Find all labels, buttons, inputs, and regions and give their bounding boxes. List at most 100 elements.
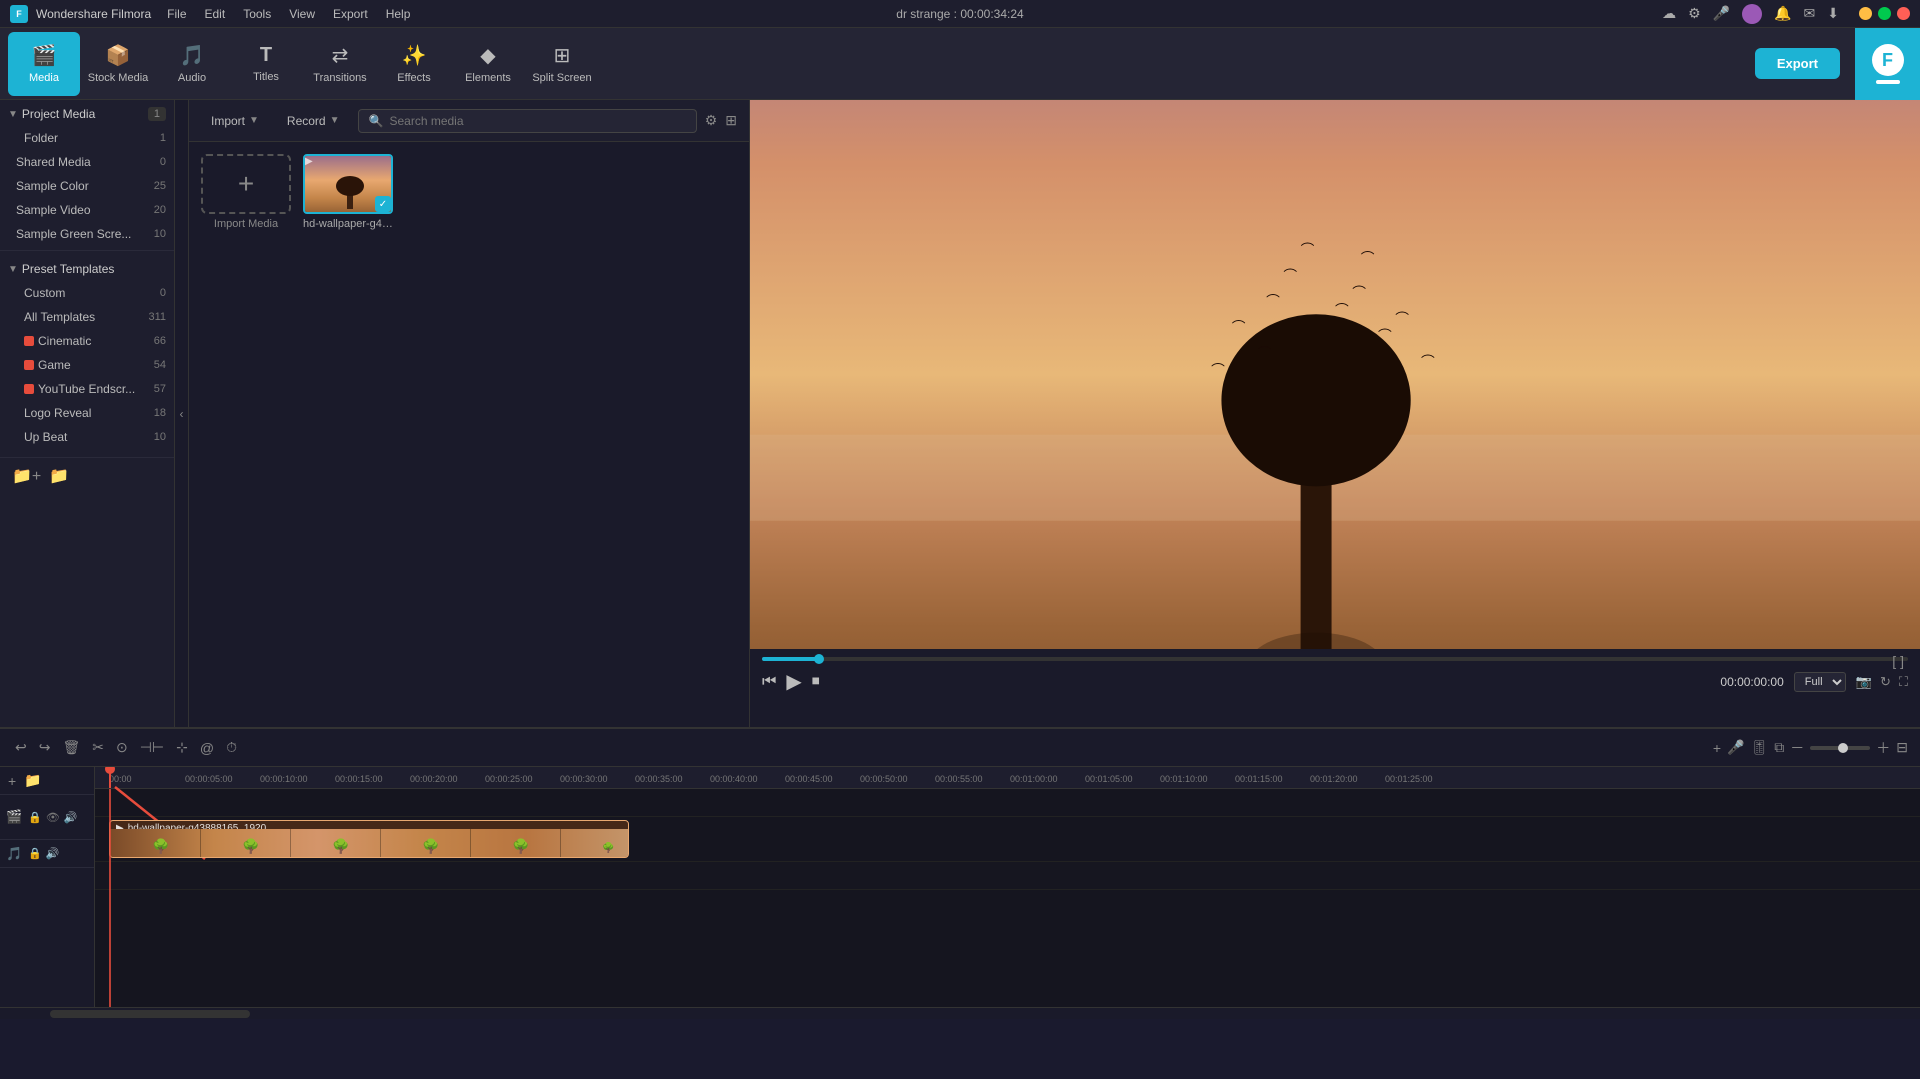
zoom-in-icon[interactable]: ＋ bbox=[1876, 738, 1890, 758]
cloud-icon[interactable]: ☁ bbox=[1662, 5, 1676, 22]
stop-button[interactable]: ⏹ bbox=[812, 673, 820, 691]
speed-button[interactable]: ⏱ bbox=[223, 736, 240, 759]
close-button[interactable] bbox=[1897, 7, 1910, 20]
audio-lock-icon[interactable]: 🔒 bbox=[28, 847, 42, 860]
svg-text:⌒: ⌒ bbox=[1211, 363, 1225, 378]
toolbar-titles[interactable]: T Titles bbox=[230, 32, 302, 96]
delete-button[interactable]: 🗑 bbox=[59, 736, 83, 759]
video-lock-icon[interactable]: 🔒 bbox=[28, 811, 42, 824]
cinematic-item[interactable]: Cinematic 66 bbox=[0, 329, 174, 353]
voiceover-icon[interactable]: 🎤 bbox=[1727, 739, 1744, 756]
export-button[interactable]: Export bbox=[1755, 48, 1840, 79]
stock-media-icon: 📦 bbox=[106, 43, 131, 68]
fit-timeline-icon[interactable]: ⊟ bbox=[1896, 739, 1908, 756]
toolbar-stock-media[interactable]: 📦 Stock Media bbox=[82, 32, 154, 96]
settings-icon[interactable]: ⚙ bbox=[1688, 5, 1701, 22]
menu-tools[interactable]: Tools bbox=[243, 7, 271, 21]
undo-button[interactable]: ↩ bbox=[12, 736, 30, 759]
timeline-scrollbar[interactable] bbox=[0, 1007, 1920, 1019]
bell-icon[interactable]: 🔔 bbox=[1774, 5, 1791, 22]
panel-collapse-button[interactable]: ‹ bbox=[175, 100, 189, 727]
play-pause-button[interactable]: ▶ bbox=[786, 669, 801, 694]
search-box[interactable]: 🔍 bbox=[358, 109, 697, 133]
thumbnail-label: hd-wallpaper-g4388164... bbox=[303, 218, 393, 230]
video-eye-icon[interactable]: 👁 bbox=[46, 811, 60, 824]
zoom-slider[interactable] bbox=[1810, 746, 1870, 750]
sample-video-label: Sample Video bbox=[16, 203, 91, 217]
all-templates-item[interactable]: All Templates 311 bbox=[0, 305, 174, 329]
video-audio-icon[interactable]: 🔊 bbox=[64, 811, 78, 824]
progress-bar[interactable] bbox=[762, 657, 1908, 661]
youtube-endscreen-item[interactable]: YouTube Endscr... 57 bbox=[0, 377, 174, 401]
split-button[interactable]: ⊣⊢ bbox=[137, 736, 167, 759]
cut-button[interactable]: ✂ bbox=[89, 736, 107, 759]
mix-icon[interactable]: 🎚 bbox=[1750, 739, 1768, 756]
minimize-button[interactable] bbox=[1859, 7, 1872, 20]
menu-view[interactable]: View bbox=[289, 7, 315, 21]
mic-icon[interactable]: 🎤 bbox=[1713, 5, 1730, 22]
progress-thumb[interactable] bbox=[814, 654, 824, 664]
snapshot-icon[interactable]: 📷 bbox=[1856, 674, 1872, 690]
upbeat-item[interactable]: Up Beat 10 bbox=[0, 425, 174, 449]
titlebar-menu[interactable]: File Edit Tools View Export Help bbox=[167, 7, 410, 21]
mail-icon[interactable]: ✉ bbox=[1804, 5, 1816, 22]
game-item[interactable]: Game 54 bbox=[0, 353, 174, 377]
add-track-folder-button[interactable]: 📁 bbox=[24, 772, 41, 789]
timeline-ruler[interactable]: 00:00 00:00:05:00 00:00:10:00 00:00:15:0… bbox=[95, 767, 1920, 789]
rotate-icon[interactable]: ↻ bbox=[1880, 674, 1891, 690]
sample-green-screen-item[interactable]: Sample Green Scre... 10 bbox=[0, 222, 174, 246]
at-button[interactable]: @ bbox=[197, 737, 217, 759]
transition-icon[interactable]: ⧉ bbox=[1774, 739, 1784, 756]
video-track-lane: ▶ hd-wallpaper-g43888165_1920 bbox=[95, 817, 1920, 862]
user-avatar[interactable] bbox=[1742, 4, 1762, 24]
search-input[interactable] bbox=[389, 114, 685, 128]
add-track-icon[interactable]: + bbox=[1713, 740, 1721, 756]
menu-help[interactable]: Help bbox=[386, 7, 411, 21]
toolbar-effects[interactable]: ✨ Effects bbox=[378, 32, 450, 96]
record-button[interactable]: Record ▼ bbox=[277, 110, 350, 132]
bracket-left-icon[interactable]: [ bbox=[1892, 653, 1896, 669]
sample-color-item[interactable]: Sample Color 25 bbox=[0, 174, 174, 198]
svg-text:🌳: 🌳 bbox=[512, 837, 529, 855]
quality-select[interactable]: Full 1/2 1/4 bbox=[1794, 672, 1846, 692]
track-lanes: ▶ hd-wallpaper-g43888165_1920 bbox=[95, 789, 1920, 1007]
preset-templates-section[interactable]: ▼ Preset Templates bbox=[0, 255, 174, 281]
media-thumbnail-item[interactable]: ▶ ✓ hd-wallpaper-g4388164... bbox=[303, 154, 393, 230]
zoom-out-icon[interactable]: － bbox=[1790, 738, 1804, 758]
project-media-section[interactable]: ▼ Project Media 1 bbox=[0, 100, 174, 126]
add-folder-icon[interactable]: 📁 bbox=[49, 466, 69, 486]
download-icon[interactable]: ⬇ bbox=[1827, 5, 1839, 22]
sample-color-count: 25 bbox=[154, 180, 166, 192]
audio-prev-button[interactable]: ⏮ bbox=[762, 673, 776, 691]
toolbar-audio[interactable]: 🎵 Audio bbox=[156, 32, 228, 96]
menu-file[interactable]: File bbox=[167, 7, 186, 21]
crop-button[interactable]: ⊹ bbox=[173, 736, 191, 759]
toolbar-split-screen[interactable]: ⊞ Split Screen bbox=[526, 32, 598, 96]
menu-export[interactable]: Export bbox=[333, 7, 368, 21]
redo-button[interactable]: ↪ bbox=[36, 736, 54, 759]
shared-media-item[interactable]: Shared Media 0 bbox=[0, 150, 174, 174]
maximize-button[interactable] bbox=[1878, 7, 1891, 20]
menu-edit[interactable]: Edit bbox=[205, 7, 226, 21]
add-media-folder-icon[interactable]: 📁+ bbox=[12, 466, 41, 486]
import-button[interactable]: Import ▼ bbox=[201, 110, 269, 132]
import-media-button[interactable]: + Import Media bbox=[201, 154, 291, 230]
audio-volume-icon[interactable]: 🔊 bbox=[46, 847, 60, 860]
toolbar-transitions[interactable]: ⇄ Transitions bbox=[304, 32, 376, 96]
logo-reveal-item[interactable]: Logo Reveal 18 bbox=[0, 401, 174, 425]
filter-icon[interactable]: ⚙ bbox=[705, 112, 718, 129]
folder-item[interactable]: Folder 1 bbox=[0, 126, 174, 150]
toolbar-elements[interactable]: ◆ Elements bbox=[452, 32, 524, 96]
ruler-time-120: 00:01:20:00 bbox=[1310, 774, 1358, 784]
preview-panel: ⌒ ⌒ ⌒ ⌒ ⌒ ⌒ ⌒ ⌒ ⌒ ⌒ ⌒ ⌒ bbox=[749, 100, 1920, 727]
sample-video-item[interactable]: Sample Video 20 bbox=[0, 198, 174, 222]
magnet-button[interactable]: ⊙ bbox=[113, 736, 131, 759]
video-clip[interactable]: ▶ hd-wallpaper-g43888165_1920 bbox=[109, 820, 629, 858]
custom-item[interactable]: Custom 0 bbox=[0, 281, 174, 305]
grid-view-icon[interactable]: ⊞ bbox=[725, 112, 737, 129]
toolbar-media[interactable]: 🎬 Media bbox=[8, 32, 80, 96]
fullscreen-icon[interactable]: ⛶ bbox=[1899, 674, 1908, 690]
bracket-right-icon[interactable]: ] bbox=[1900, 653, 1904, 669]
media-toolbar: Import ▼ Record ▼ 🔍 ⚙ ⊞ bbox=[189, 100, 749, 142]
add-track-button[interactable]: + bbox=[8, 773, 16, 789]
